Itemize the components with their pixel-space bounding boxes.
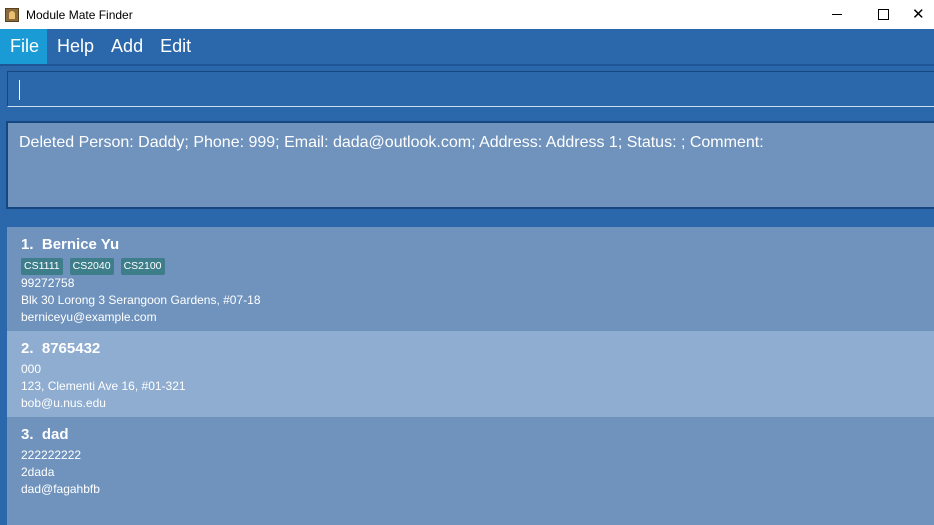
person-phone: 99272758 [21, 276, 75, 290]
maximize-icon [877, 9, 889, 20]
module-tag: CS2100 [120, 258, 165, 275]
person-name: Bernice Yu [41, 236, 120, 253]
person-index: 2. [21, 340, 34, 357]
menu-edit[interactable]: Edit [153, 29, 198, 64]
person-index: 3. [21, 426, 34, 443]
person-phone: 000 [21, 362, 42, 376]
menu-file[interactable]: File [0, 29, 48, 64]
person-address: 2dada [21, 465, 55, 479]
result-display-area: Deleted Person: Daddy; Phone: 999; Email… [0, 114, 934, 216]
menu-add[interactable]: Add [104, 29, 150, 64]
person-index: 1. [21, 236, 34, 253]
menu-help[interactable]: Help [50, 29, 101, 64]
person-card[interactable]: 1. Bernice Yu CS1111 CS2040 CS2100 99272… [7, 227, 934, 331]
person-name: 8765432 [41, 340, 101, 357]
command-input[interactable] [7, 71, 934, 107]
title-bar[interactable]: Module Mate Finder ✕ [0, 0, 934, 29]
app-icon [5, 7, 19, 22]
tag-list: CS1111 CS2040 CS2100 [21, 258, 172, 275]
app-window: Module Mate Finder ✕ File Help Add Edit … [0, 0, 934, 525]
person-address: 123, Clementi Ave 16, #01-321 [21, 379, 186, 393]
person-name-line: 2. 8765432 [21, 340, 100, 357]
result-message: Deleted Person: Daddy; Phone: 999; Email… [19, 134, 764, 151]
close-button[interactable]: ✕ [906, 0, 934, 29]
person-card[interactable]: 2. 8765432 000 123, Clementi Ave 16, #01… [7, 331, 934, 417]
window-title: Module Mate Finder [26, 7, 133, 22]
person-name-line: 3. dad [21, 426, 69, 443]
minimize-icon [832, 14, 842, 15]
person-name-line: 1. Bernice Yu [21, 236, 119, 253]
command-box-area [0, 66, 934, 114]
person-address: Blk 30 Lorong 3 Serangoon Gardens, #07-1… [21, 293, 261, 307]
person-phone: 222222222 [21, 448, 82, 462]
person-name: dad [41, 426, 69, 443]
close-icon: ✕ [912, 6, 925, 23]
person-card[interactable]: 3. dad 222222222 2dada dad@fagahbfb [7, 417, 934, 503]
person-email: bob@u.nus.edu [21, 396, 106, 410]
maximize-button[interactable] [860, 0, 906, 29]
module-tag: CS2040 [69, 258, 114, 275]
person-email: berniceyu@example.com [21, 310, 157, 324]
person-list[interactable]: 1. Bernice Yu CS1111 CS2040 CS2100 99272… [7, 227, 934, 525]
result-display[interactable]: Deleted Person: Daddy; Phone: 999; Email… [6, 121, 934, 209]
module-tag: CS1111 [21, 258, 63, 275]
person-email: dad@fagahbfb [21, 482, 100, 496]
person-list-panel: 1. Bernice Yu CS1111 CS2040 CS2100 99272… [0, 216, 934, 525]
window-controls: ✕ [814, 0, 934, 29]
minimize-button[interactable] [814, 0, 860, 29]
text-caret [19, 80, 20, 100]
menu-bar: File Help Add Edit [0, 29, 934, 66]
